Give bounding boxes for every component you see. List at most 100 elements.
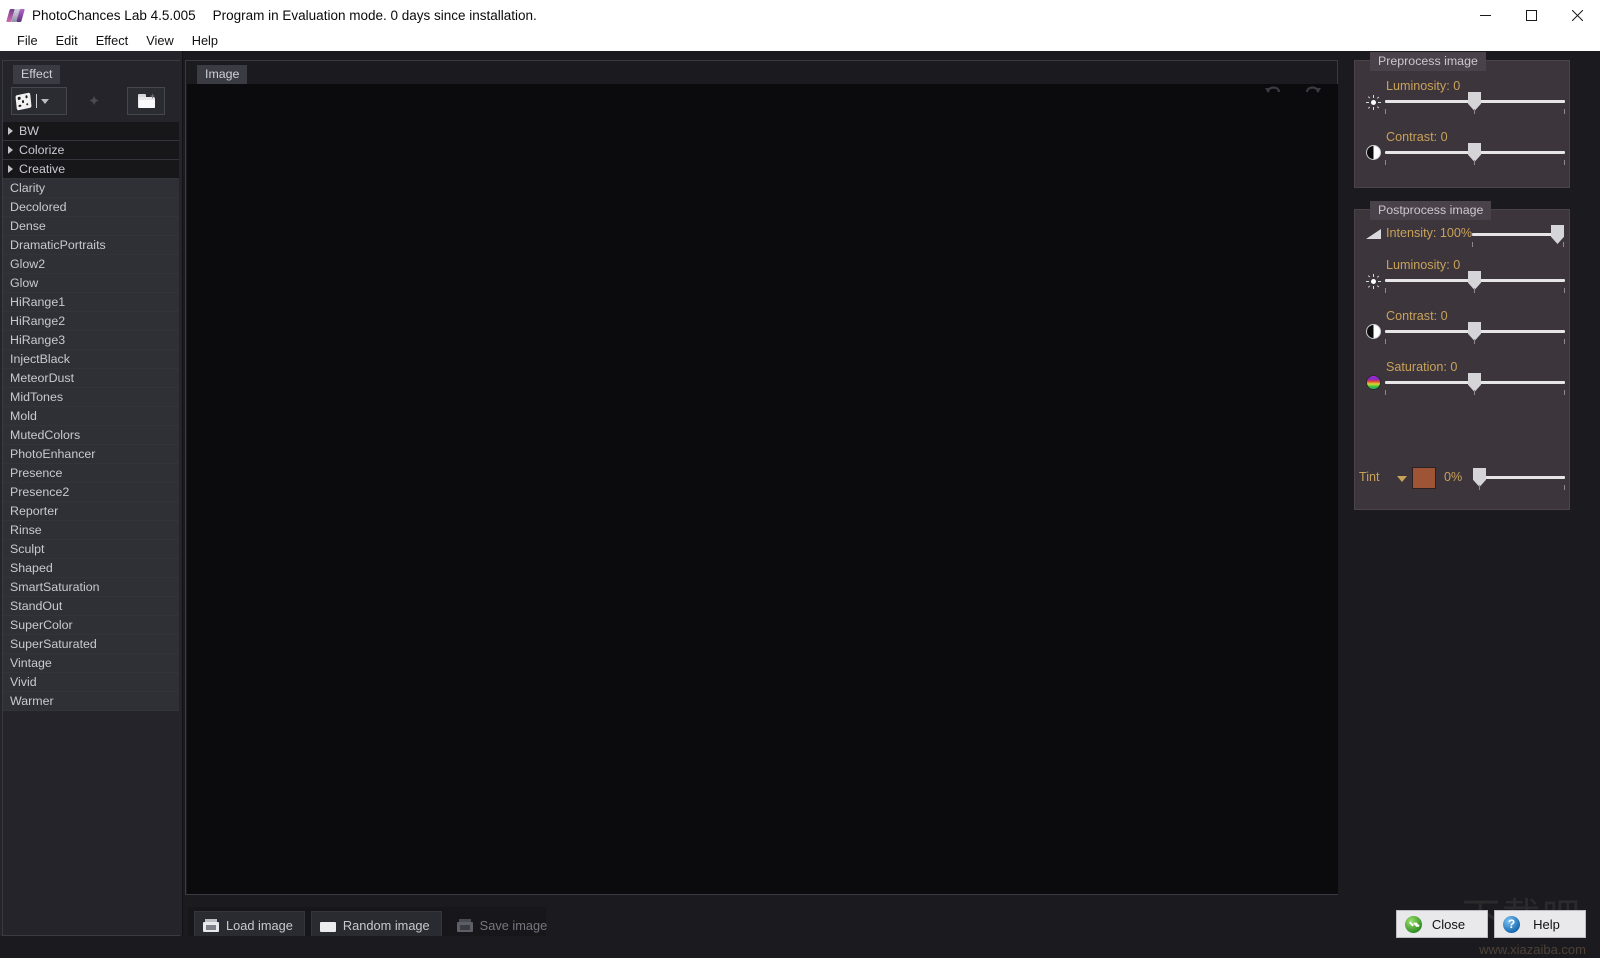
- random-image-icon: [319, 918, 336, 932]
- postprocess-intensity-block: Intensity: 100%: [1355, 224, 1571, 247]
- postprocess-intensity-slider[interactable]: [1472, 233, 1564, 236]
- effect-group-creative[interactable]: Creative: [3, 160, 179, 179]
- minimize-icon[interactable]: [1462, 0, 1508, 30]
- effect-item-smartsaturation[interactable]: SmartSaturation: [3, 578, 179, 597]
- effect-panel-title: Effect: [13, 65, 61, 84]
- load-image-button[interactable]: Load image: [194, 911, 305, 939]
- tint-ticks: [1477, 485, 1565, 490]
- brightness-icon: [1366, 274, 1381, 289]
- effect-label: Glow2: [10, 257, 46, 271]
- effect-group-colorize[interactable]: Colorize: [3, 141, 179, 160]
- menu-view[interactable]: View: [137, 31, 183, 50]
- effect-item-supercolor[interactable]: SuperColor: [3, 616, 179, 635]
- help-button[interactable]: ? Help: [1494, 910, 1586, 938]
- effect-list[interactable]: BW Colorize Creative Clarity Decolored D…: [3, 122, 179, 711]
- load-image-label: Load image: [226, 917, 293, 933]
- random-effect-button[interactable]: [11, 87, 67, 115]
- save-image-label: Save image: [479, 917, 548, 933]
- effect-item-hirange3[interactable]: HiRange3: [3, 331, 179, 350]
- effect-item-hirange2[interactable]: HiRange2: [3, 312, 179, 331]
- postprocess-groupbox: Postprocess image Intensity: 100% Lumino…: [1354, 201, 1571, 510]
- adjustments-panel: Preprocess image Luminosity: 0 Contrast:…: [1341, 51, 1600, 936]
- color-wheel-icon: [1366, 375, 1381, 390]
- effect-item-glow[interactable]: Glow: [3, 274, 179, 293]
- history-buttons: [1263, 81, 1323, 99]
- effect-item-standout[interactable]: StandOut: [3, 597, 179, 616]
- contrast-icon: [1366, 145, 1381, 160]
- tint-slider[interactable]: [1477, 476, 1565, 479]
- dialog-buttons: Close ? Help: [1396, 910, 1586, 938]
- effect-item-dramaticportraits[interactable]: DramaticPortraits: [3, 236, 179, 255]
- effect-item-injectblack[interactable]: InjectBlack: [3, 350, 179, 369]
- effect-item-vintage[interactable]: Vintage: [3, 654, 179, 673]
- effect-label: MeteorDust: [10, 371, 75, 385]
- postprocess-intensity-label: Intensity: 100%: [1386, 226, 1473, 240]
- effect-item-meteordust[interactable]: MeteorDust: [3, 369, 179, 388]
- effect-label: Warmer: [10, 694, 54, 708]
- redo-icon[interactable]: [1303, 81, 1323, 99]
- effect-item-reporter[interactable]: Reporter: [3, 502, 179, 521]
- preprocess-contrast-label: Contrast: 0: [1386, 130, 1448, 144]
- effect-item-mutedcolors[interactable]: MutedColors: [3, 426, 179, 445]
- undo-icon[interactable]: [1263, 81, 1283, 99]
- menu-file[interactable]: File: [8, 31, 47, 50]
- effect-label: HiRange2: [10, 314, 66, 328]
- effect-item-warmer[interactable]: Warmer: [3, 692, 179, 711]
- chevron-down-icon[interactable]: [1397, 476, 1407, 482]
- open-effect-button[interactable]: [127, 87, 165, 115]
- preprocess-groupbox: Preprocess image Luminosity: 0 Contrast:…: [1354, 52, 1571, 188]
- postprocess-saturation-ticks: [1385, 390, 1565, 395]
- effect-label: PhotoEnhancer: [10, 447, 96, 461]
- effect-item-mold[interactable]: Mold: [3, 407, 179, 426]
- close-icon[interactable]: [1554, 0, 1600, 30]
- effect-item-glow2[interactable]: Glow2: [3, 255, 179, 274]
- effect-label: MutedColors: [10, 428, 81, 442]
- effect-item-supersaturated[interactable]: SuperSaturated: [3, 635, 179, 654]
- effect-group-bw[interactable]: BW: [3, 122, 179, 141]
- effect-label: Clarity: [10, 181, 46, 195]
- effect-item-clarity[interactable]: Clarity: [3, 179, 179, 198]
- maximize-icon[interactable]: [1508, 0, 1554, 30]
- effect-item-shaped[interactable]: Shaped: [3, 559, 179, 578]
- effect-item-sculpt[interactable]: Sculpt: [3, 540, 179, 559]
- help-button-label: Help: [1533, 916, 1560, 932]
- effect-item-presence[interactable]: Presence: [3, 464, 179, 483]
- effect-label: Decolored: [10, 200, 67, 214]
- application-window: PhotoChances Lab 4.5.005 Program in Eval…: [0, 0, 1600, 971]
- menu-effect[interactable]: Effect: [87, 31, 138, 50]
- preprocess-luminosity-block: Luminosity: 0: [1355, 79, 1571, 114]
- effect-item-midtones[interactable]: MidTones: [3, 388, 179, 407]
- footer-dark-strip: [0, 936, 1600, 958]
- random-image-button[interactable]: Random image: [310, 911, 442, 939]
- image-groupbox: Image Load image Random image Save image: [185, 60, 1338, 943]
- menu-edit[interactable]: Edit: [47, 31, 87, 50]
- chevron-down-icon[interactable]: [41, 98, 49, 104]
- toolbar-divider: [36, 94, 37, 108]
- effect-item-dense[interactable]: Dense: [3, 217, 179, 236]
- postprocess-intensity-ticks: [1472, 242, 1564, 247]
- image-canvas[interactable]: [187, 84, 1338, 894]
- effect-item-presence2[interactable]: Presence2: [3, 483, 179, 502]
- close-button[interactable]: Close: [1396, 910, 1488, 938]
- effect-item-hirange1[interactable]: HiRange1: [3, 293, 179, 312]
- effect-label: Dense: [10, 219, 46, 233]
- effect-item-photoenhancer[interactable]: PhotoEnhancer: [3, 445, 179, 464]
- favorite-effect-button[interactable]: ✦: [79, 87, 109, 115]
- effect-label: DramaticPortraits: [10, 238, 106, 252]
- title-bar: PhotoChances Lab 4.5.005 Program in Eval…: [0, 0, 1600, 30]
- effect-label: Mold: [10, 409, 37, 423]
- effect-label: HiRange3: [10, 333, 66, 347]
- effect-item-decolored[interactable]: Decolored: [3, 198, 179, 217]
- effect-label: Sculpt: [10, 542, 45, 556]
- effect-item-vivid[interactable]: Vivid: [3, 673, 179, 692]
- preprocess-title: Preprocess image: [1370, 52, 1486, 71]
- postprocess-saturation-label: Saturation: 0: [1386, 360, 1458, 374]
- expand-arrow-icon: [8, 165, 13, 173]
- expand-arrow-icon: [8, 146, 13, 154]
- close-button-label: Close: [1431, 916, 1466, 932]
- effect-item-rinse[interactable]: Rinse: [3, 521, 179, 540]
- tint-color-swatch[interactable]: [1412, 467, 1436, 489]
- menu-help[interactable]: Help: [183, 31, 227, 50]
- effect-label: Colorize: [19, 143, 65, 157]
- menu-bar: File Edit Effect View Help: [0, 30, 1600, 51]
